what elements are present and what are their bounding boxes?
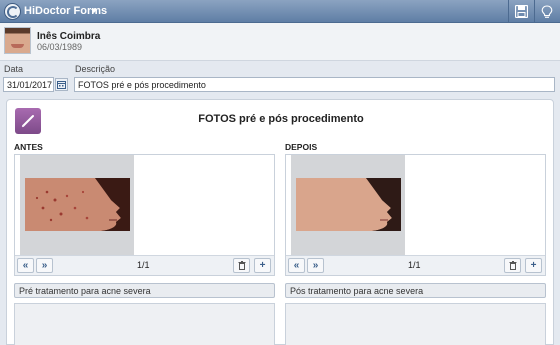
double-chevron-left-icon: « bbox=[22, 259, 29, 271]
trash-icon bbox=[238, 261, 245, 270]
double-chevron-left-icon: « bbox=[293, 259, 300, 271]
next-photo-button[interactable]: » bbox=[307, 258, 324, 273]
after-photo-counter: 1/1 bbox=[408, 260, 421, 270]
photos-panel: FOTOS pré e pós procedimento ANTES « » 1… bbox=[6, 99, 554, 345]
save-button[interactable] bbox=[509, 0, 533, 23]
before-photo-controls: « » 1/1 + bbox=[15, 255, 274, 275]
delete-photo-button[interactable] bbox=[233, 258, 250, 273]
face-photo-after bbox=[296, 178, 401, 231]
after-photo-viewer: « » 1/1 + bbox=[285, 154, 546, 276]
before-photo-frame bbox=[20, 155, 134, 255]
add-photo-button[interactable]: + bbox=[254, 258, 271, 273]
plus-icon: + bbox=[259, 259, 266, 271]
after-notes-area[interactable] bbox=[285, 303, 546, 345]
double-chevron-right-icon: » bbox=[312, 259, 319, 271]
after-photo-controls: « » 1/1 + bbox=[286, 255, 545, 275]
before-photo[interactable] bbox=[25, 178, 130, 231]
delete-photo-button[interactable] bbox=[504, 258, 521, 273]
after-photo[interactable] bbox=[296, 178, 401, 231]
tips-button[interactable] bbox=[535, 0, 559, 23]
app-logo-icon bbox=[4, 3, 21, 20]
before-photo-viewer: « » 1/1 + bbox=[14, 154, 275, 276]
patient-header: Inês Coimbra 06/03/1989 bbox=[0, 23, 560, 61]
after-label: DEPOIS bbox=[285, 142, 318, 152]
plus-icon: + bbox=[530, 259, 537, 271]
patient-birthdate: 06/03/1989 bbox=[37, 42, 83, 52]
patient-name: Inês Coimbra bbox=[37, 31, 101, 42]
date-label: Data bbox=[4, 64, 24, 74]
date-picker-button[interactable] bbox=[55, 78, 68, 91]
after-caption-field[interactable]: Pós tratamento para acne severa bbox=[285, 283, 546, 298]
before-label: ANTES bbox=[14, 142, 43, 152]
description-label: Descrição bbox=[75, 64, 116, 74]
description-field[interactable]: FOTOS pré e pós procedimento bbox=[74, 77, 555, 92]
face-photo-before bbox=[25, 178, 130, 231]
add-photo-button[interactable]: + bbox=[525, 258, 542, 273]
floppy-disk-icon bbox=[514, 5, 528, 18]
previous-photo-button[interactable]: « bbox=[288, 258, 305, 273]
before-photo-counter: 1/1 bbox=[137, 260, 150, 270]
double-chevron-right-icon: » bbox=[41, 259, 48, 271]
previous-photo-button[interactable]: « bbox=[17, 258, 34, 273]
next-photo-button[interactable]: » bbox=[36, 258, 53, 273]
avatar bbox=[4, 27, 31, 54]
panel-title: FOTOS pré e pós procedimento bbox=[198, 113, 364, 125]
date-field[interactable]: 31/01/2017 bbox=[3, 77, 54, 92]
trash-icon bbox=[509, 261, 516, 270]
before-caption-field[interactable]: Pré tratamento para acne severa bbox=[14, 283, 275, 298]
after-photo-frame bbox=[291, 155, 405, 255]
app-toolbar: HiDoctor Forms bbox=[0, 0, 560, 23]
calendar-icon bbox=[57, 80, 66, 89]
before-notes-area[interactable] bbox=[14, 303, 275, 345]
lightbulb-icon bbox=[541, 4, 553, 18]
chevron-down-icon[interactable] bbox=[91, 9, 97, 13]
